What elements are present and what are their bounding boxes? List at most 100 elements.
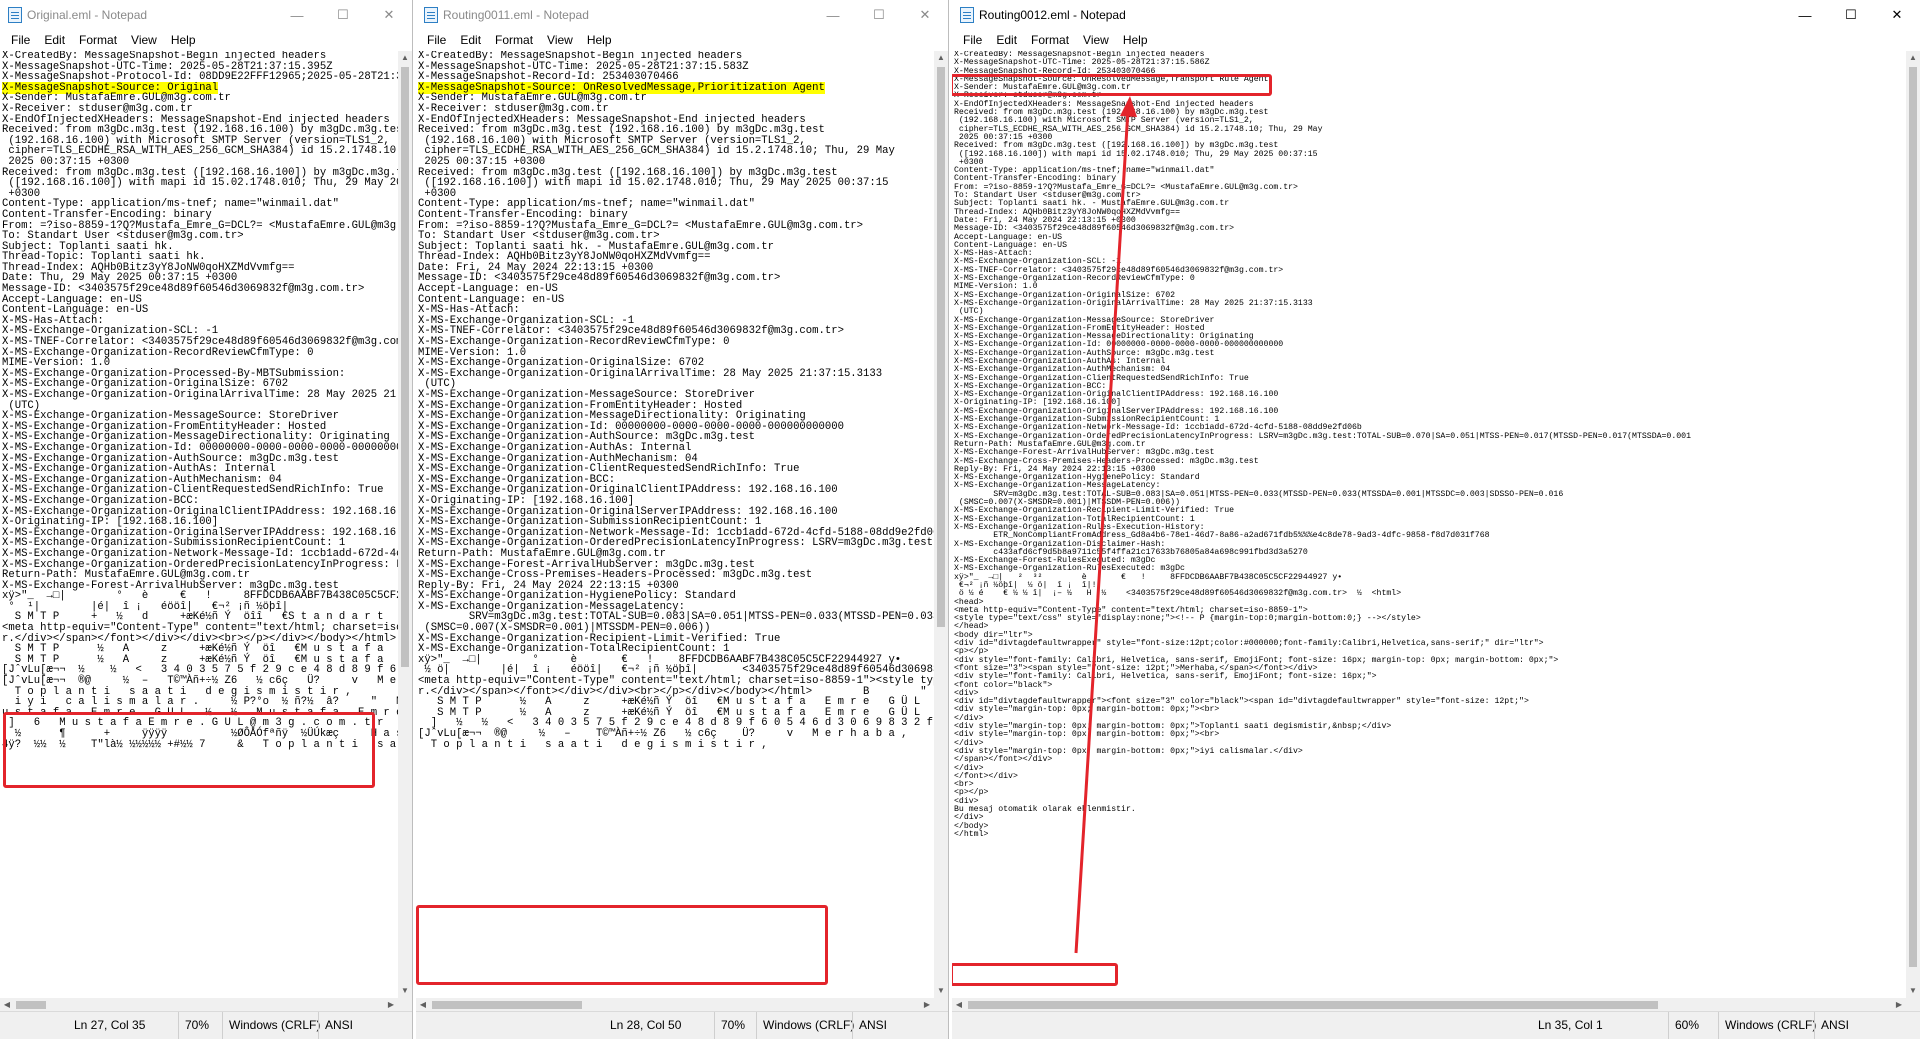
cursor-position: Ln 28, Col 50 bbox=[610, 1018, 682, 1032]
text-line: Content-Language: en-US bbox=[954, 241, 1906, 250]
line-text: T o p l a n t i s a a t i d e g i s m i … bbox=[418, 738, 768, 751]
text-editor[interactable]: X-CreatedBy: MessageSnapshot-Begin injec… bbox=[952, 51, 1906, 998]
close-icon[interactable]: ✕ bbox=[366, 0, 412, 30]
scroll-up-icon[interactable]: ▲ bbox=[934, 51, 948, 65]
vertical-scrollbar[interactable]: ▲ ▼ bbox=[1906, 51, 1920, 998]
horizontal-scrollbar[interactable]: ◀ ▶ bbox=[0, 998, 398, 1012]
notepad-app-icon bbox=[8, 7, 22, 23]
line-text: <div style="margin-top: 0px; margin-bott… bbox=[954, 705, 1220, 715]
cursor-position: Ln 27, Col 35 bbox=[74, 1018, 146, 1032]
scroll-up-icon[interactable]: ▲ bbox=[398, 51, 412, 65]
menu-edit[interactable]: Edit bbox=[453, 33, 488, 47]
maximize-icon[interactable]: ☐ bbox=[856, 0, 902, 30]
title-bar[interactable]: Routing0012.eml - Notepad — ☐ ✕ bbox=[952, 0, 1920, 30]
scroll-thumb[interactable] bbox=[937, 67, 945, 627]
line-text: <style type="text/css" style="display:no… bbox=[954, 614, 1421, 624]
maximize-icon[interactable]: ☐ bbox=[320, 0, 366, 30]
menu-view[interactable]: View bbox=[1076, 33, 1116, 47]
title-bar[interactable]: Routing0011.eml - Notepad — ☐ ✕ bbox=[416, 0, 948, 30]
zoom-level: 70% bbox=[178, 1012, 209, 1039]
text-line: X-MS-Exchange-Organization-OriginalArriv… bbox=[418, 369, 934, 380]
text-line: <p></p> bbox=[954, 789, 1906, 797]
menu-edit[interactable]: Edit bbox=[37, 33, 72, 47]
line-text: ö ½ é € ½ ½ î| ¡– ½ H ½ <3403575f29ce48d… bbox=[954, 589, 1402, 599]
notepad-window-routing0012[interactable]: Routing0012.eml - Notepad — ☐ ✕ File Edi… bbox=[952, 0, 1920, 1039]
menu-help[interactable]: Help bbox=[580, 33, 619, 47]
menu-format[interactable]: Format bbox=[72, 33, 124, 47]
line-text: <div style="margin-top: 0px; margin-bott… bbox=[954, 730, 1220, 740]
scroll-right-icon[interactable]: ▶ bbox=[920, 998, 934, 1012]
scroll-left-icon[interactable]: ◀ bbox=[0, 998, 14, 1012]
scroll-thumb[interactable] bbox=[401, 67, 409, 667]
scroll-down-icon[interactable]: ▼ bbox=[934, 984, 948, 998]
vertical-scrollbar[interactable]: ▲ ▼ bbox=[934, 51, 948, 998]
scroll-corner bbox=[398, 998, 412, 1012]
line-text: </html> bbox=[954, 829, 989, 839]
line-text: X-MS-Exchange-Organization-OriginalArriv… bbox=[954, 298, 1313, 308]
menu-format[interactable]: Format bbox=[488, 33, 540, 47]
horizontal-scrollbar[interactable]: ◀ ▶ bbox=[952, 998, 1906, 1012]
title-bar[interactable]: Original.eml - Notepad — ☐ ✕ bbox=[0, 0, 412, 30]
scroll-thumb-horizontal[interactable] bbox=[968, 1001, 1658, 1009]
close-icon[interactable]: ✕ bbox=[1874, 0, 1920, 30]
text-line: </font></div> bbox=[954, 772, 1906, 781]
annotation-box-source bbox=[952, 74, 1272, 96]
scroll-thumb[interactable] bbox=[1909, 67, 1917, 967]
scroll-left-icon[interactable]: ◀ bbox=[952, 998, 966, 1012]
horizontal-scrollbar[interactable]: ◀ ▶ bbox=[416, 998, 934, 1012]
notepad-app-icon bbox=[424, 7, 438, 23]
text-editor[interactable]: X-CreatedBy: MessageSnapshot-Begin injec… bbox=[0, 51, 398, 998]
minimize-icon[interactable]: — bbox=[274, 0, 320, 30]
text-line: cipher=TLS_ECDHE_RSA_WITH_AES_256_GCM_SH… bbox=[954, 125, 1906, 134]
notepad-window-original[interactable]: Original.eml - Notepad — ☐ ✕ File Edit F… bbox=[0, 0, 413, 1039]
vertical-scrollbar[interactable]: ▲ ▼ bbox=[398, 51, 412, 998]
text-line: </html> bbox=[954, 829, 1906, 839]
text-line: Message-ID: <3403575f29ce48d89f60546d306… bbox=[954, 225, 1906, 233]
notepad-window-routing0011[interactable]: Routing0011.eml - Notepad — ☐ ✕ File Edi… bbox=[416, 0, 949, 1039]
text-line: ([192.168.16.100]) with mapi id 15.02.17… bbox=[954, 150, 1906, 159]
window-title: Routing0012.eml - Notepad bbox=[979, 8, 1126, 22]
annotation-box-body bbox=[3, 712, 375, 788]
menu-file[interactable]: File bbox=[420, 33, 453, 47]
encoding: ANSI bbox=[318, 1012, 353, 1039]
line-text: X-MS-Exchange-Organization-OriginalArriv… bbox=[2, 389, 398, 401]
scroll-down-icon[interactable]: ▼ bbox=[398, 984, 412, 998]
zoom-level: 60% bbox=[1668, 1012, 1699, 1039]
text-line: <div style="font-family: Calibri, Helvet… bbox=[954, 673, 1906, 681]
line-ending: Windows (CRLF) bbox=[1718, 1012, 1816, 1039]
menu-file[interactable]: File bbox=[4, 33, 37, 47]
menu-help[interactable]: Help bbox=[164, 33, 203, 47]
menu-view[interactable]: View bbox=[540, 33, 580, 47]
text-line: X-MS-Exchange-Organization-OriginalArriv… bbox=[954, 298, 1906, 308]
line-text: X-MS-Exchange-Organization-OriginalArriv… bbox=[418, 367, 883, 380]
menu-format[interactable]: Format bbox=[1024, 33, 1076, 47]
close-icon[interactable]: ✕ bbox=[902, 0, 948, 30]
text-line: Bu mesaj otomatik olarak eklenmistir. bbox=[954, 805, 1906, 814]
menu-view[interactable]: View bbox=[124, 33, 164, 47]
text-line: <div style="margin-top: 0px; margin-bott… bbox=[954, 706, 1906, 714]
menu-file[interactable]: File bbox=[956, 33, 989, 47]
scroll-thumb-horizontal[interactable] bbox=[432, 1001, 582, 1009]
text-line: <div style="margin-top: 0px; margin-bott… bbox=[954, 731, 1906, 739]
scroll-down-icon[interactable]: ▼ bbox=[1906, 984, 1920, 998]
text-line: <font color="black"> bbox=[954, 681, 1906, 690]
scroll-right-icon[interactable]: ▶ bbox=[1892, 998, 1906, 1012]
text-editor[interactable]: X-CreatedBy: MessageSnapshot-Begin injec… bbox=[416, 51, 934, 998]
minimize-icon[interactable]: — bbox=[1782, 0, 1828, 30]
status-bar: Ln 28, Col 50 70% Windows (CRLF) ANSI bbox=[416, 1011, 948, 1039]
scroll-up-icon[interactable]: ▲ bbox=[1906, 51, 1920, 65]
maximize-icon[interactable]: ☐ bbox=[1828, 0, 1874, 30]
status-bar: Ln 27, Col 35 70% Windows (CRLF) ANSI bbox=[0, 1011, 412, 1039]
scroll-thumb-horizontal[interactable] bbox=[16, 1001, 46, 1009]
text-line: Accept-Language: en-US bbox=[954, 233, 1906, 242]
minimize-icon[interactable]: — bbox=[810, 0, 856, 30]
text-line: </span></font></div> bbox=[954, 756, 1906, 764]
text-line: ([192.168.16.100]) with mapi id 15.02.17… bbox=[2, 178, 398, 189]
text-line: ö ½ é € ½ ½ î| ¡– ½ H ½ <3403575f29ce48d… bbox=[954, 590, 1906, 598]
text-line: </head> bbox=[954, 623, 1906, 631]
menu-help[interactable]: Help bbox=[1116, 33, 1155, 47]
scroll-right-icon[interactable]: ▶ bbox=[384, 998, 398, 1012]
encoding: ANSI bbox=[852, 1012, 887, 1039]
menu-edit[interactable]: Edit bbox=[989, 33, 1024, 47]
scroll-left-icon[interactable]: ◀ bbox=[416, 998, 430, 1012]
